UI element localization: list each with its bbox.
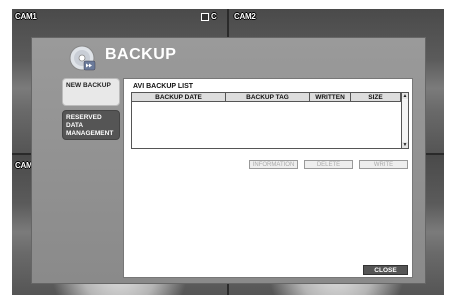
backup-dialog: BACKUP NEW BACKUP RESERVED DATA MANAGEME…	[31, 37, 426, 284]
disc-icon	[69, 45, 96, 71]
write-button[interactable]: WRITE	[359, 160, 408, 169]
camera-label-1: CAM1	[15, 12, 37, 21]
column-backup-tag: BACKUP TAG	[226, 93, 310, 102]
list-title: AVI BACKUP LIST	[133, 83, 194, 90]
camera-monitor: CAM1 CAM2 CAM3 C BACKUP NEW BACKUP RESER…	[12, 9, 444, 295]
status-square-icon	[201, 12, 209, 21]
column-written: WRITTEN	[310, 93, 351, 102]
backup-panel: AVI BACKUP LIST BACKUP DATE BACKUP TAG W…	[123, 78, 413, 278]
nav-new-backup[interactable]: NEW BACKUP	[62, 78, 120, 106]
column-size: SIZE	[351, 93, 401, 102]
recording-status: C	[201, 12, 217, 21]
table-header: BACKUP DATE BACKUP TAG WRITTEN SIZE	[132, 93, 401, 102]
column-backup-date: BACKUP DATE	[132, 93, 226, 102]
close-button[interactable]: CLOSE	[363, 265, 408, 275]
information-button[interactable]: INFORMATION	[249, 160, 298, 169]
table-scrollbar[interactable]: ▲ ▼	[401, 93, 408, 148]
down-arrow-icon[interactable]: ▼	[402, 142, 408, 148]
delete-button[interactable]: DELETE	[304, 160, 353, 169]
up-arrow-icon[interactable]: ▲	[402, 93, 408, 99]
status-text: C	[211, 12, 217, 21]
dialog-title: BACKUP	[105, 46, 177, 63]
camera-label-2: CAM2	[234, 12, 256, 21]
backup-table: BACKUP DATE BACKUP TAG WRITTEN SIZE ▲ ▼	[131, 92, 409, 149]
nav-reserved-data-management[interactable]: RESERVED DATA MANAGEMENT	[62, 110, 120, 140]
